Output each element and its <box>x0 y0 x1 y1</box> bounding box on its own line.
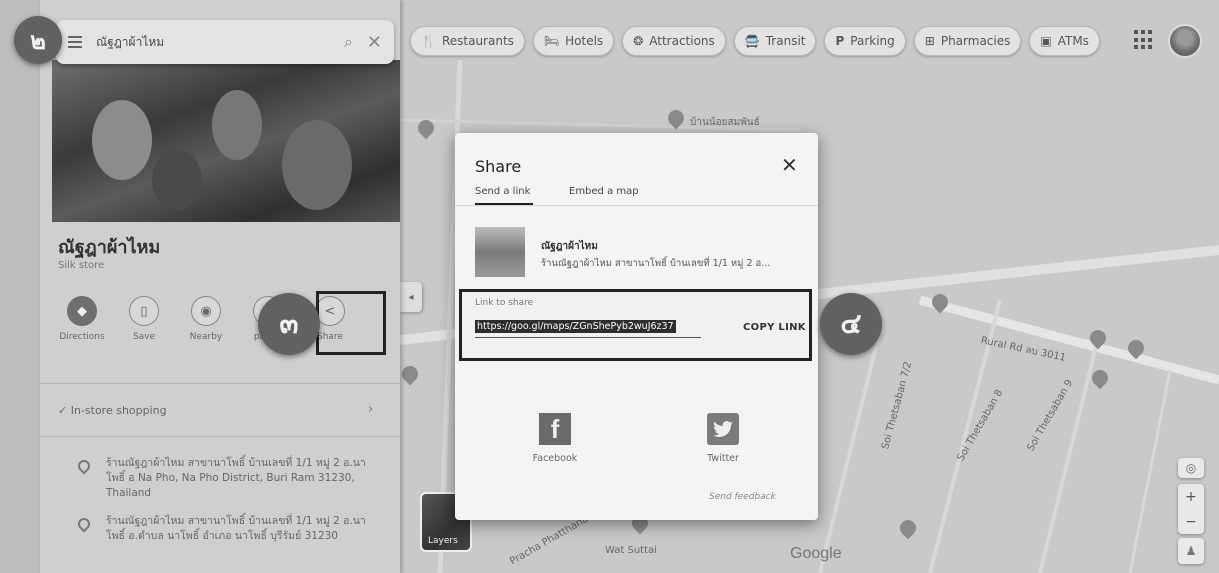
input-underline <box>475 337 701 338</box>
address-row[interactable]: ร้านณัฐฎาผ้าไหม สาขานาโพธิ์ บ้านเลขที่ 1… <box>75 514 378 544</box>
facebook-share-button[interactable]: f Facebook <box>515 413 595 464</box>
parking-icon: P <box>835 34 845 48</box>
chip-label: ATMs <box>1057 34 1089 48</box>
chip-atms[interactable]: ▣ ATMs <box>1029 26 1100 56</box>
account-avatar[interactable] <box>1168 24 1202 58</box>
directions-icon: ◆ <box>67 296 97 326</box>
apps-grid-icon[interactable] <box>1134 30 1154 50</box>
share-dialog: Share ✕ Send a link Embed a map ณัฐฎาผ้า… <box>455 133 818 520</box>
chip-hotels[interactable]: 🛏 Hotels <box>532 26 615 56</box>
map-pin-icon[interactable] <box>1124 336 1148 360</box>
share-link-input[interactable]: https://goo.gl/maps/ZGnShePyb2wuJ6z37 <box>475 320 676 333</box>
place-photo[interactable] <box>52 60 400 222</box>
chip-label: Transit <box>765 34 806 48</box>
chevron-left-icon: ◂ <box>408 291 414 303</box>
attractions-icon: ❂ <box>633 34 644 48</box>
chip-label: Restaurants <box>441 34 514 48</box>
chevron-right-icon[interactable]: › <box>368 402 373 417</box>
menu-icon[interactable] <box>68 36 82 48</box>
map-label: บ้านน้อยสมพันธ์ <box>690 117 760 128</box>
facebook-label: Facebook <box>532 453 578 464</box>
chip-label: Parking <box>850 34 895 48</box>
place-title: ณัฐฎาผ้าไหม <box>58 237 161 258</box>
map-pin-icon[interactable] <box>398 362 422 386</box>
collapse-panel-button[interactable]: ◂ <box>400 282 422 312</box>
chip-parking[interactable]: P Parking <box>824 26 906 56</box>
address-text: ร้านณัฐฎาผ้าไหม สาขานาโพธิ์ บ้านเลขที่ 1… <box>106 457 366 499</box>
address-text: ร้านณัฐฎาผ้าไหม สาขานาโพธิ์ บ้านเลขที่ 1… <box>106 515 366 542</box>
zoom-control: + − <box>1178 484 1204 534</box>
map-pin-icon[interactable] <box>928 290 952 314</box>
category-chips: 🍴 Restaurants 🛏 Hotels ❂ Attractions 🚍 Trans… <box>410 26 1100 56</box>
twitter-icon <box>707 413 739 445</box>
divider <box>40 383 400 384</box>
address-row[interactable]: ร้านณัฐฎาผ้าไหม สาขานาโพธิ์ บ้านเลขที่ 1… <box>75 456 378 501</box>
chip-attractions[interactable]: ❂ Attractions <box>622 26 726 56</box>
pegman-button[interactable]: ♟ <box>1178 538 1204 564</box>
search-box[interactable]: ณัฐฎาผ้าไหม ⌕ ✕ <box>56 20 394 64</box>
twitter-label: Twitter <box>707 453 739 464</box>
my-location-button[interactable]: ◎ <box>1178 458 1204 478</box>
divider <box>455 205 818 206</box>
nearby-icon: ◉ <box>191 296 221 326</box>
tab-send-link[interactable]: Send a link <box>475 186 530 197</box>
map-pin-icon[interactable] <box>414 116 438 140</box>
pegman-icon: ♟ <box>1185 544 1197 558</box>
location-pin-icon <box>75 457 93 475</box>
bookmark-icon: ▯ <box>129 296 159 326</box>
place-thumbnail <box>475 227 525 277</box>
chip-restaurants[interactable]: 🍴 Restaurants <box>410 26 525 56</box>
directions-button[interactable]: ◆ Directions <box>58 296 106 342</box>
map-pin-icon[interactable] <box>1088 366 1112 390</box>
zoom-in-button[interactable]: + <box>1185 489 1197 505</box>
callout-badge: ๔ <box>820 293 882 355</box>
search-input[interactable]: ณัฐฎาผ้าไหม <box>96 33 330 52</box>
dialog-title: Share <box>475 157 522 176</box>
map-pin-icon[interactable] <box>896 516 920 540</box>
instore-shopping[interactable]: ✓ In-store shopping <box>58 404 167 417</box>
chip-label: Pharmacies <box>940 34 1011 48</box>
facebook-icon: f <box>539 413 571 445</box>
google-logo: Google <box>790 545 842 562</box>
transit-icon: 🚍 <box>744 34 760 48</box>
restaurant-icon: 🍴 <box>421 34 436 48</box>
twitter-share-button[interactable]: Twitter <box>683 413 763 464</box>
zoom-out-button[interactable]: − <box>1185 514 1197 530</box>
place-category[interactable]: Silk store <box>58 260 104 271</box>
callout-badge: ๒ <box>14 16 62 64</box>
location-pin-icon <box>75 515 93 533</box>
close-icon[interactable]: ✕ <box>367 32 382 53</box>
chip-transit[interactable]: 🚍 Transit <box>733 26 817 56</box>
search-icon[interactable]: ⌕ <box>344 32 353 52</box>
divider <box>40 436 400 437</box>
chip-pharmacies[interactable]: ⊞ Pharmacies <box>913 26 1022 56</box>
layers-label: Layers <box>428 536 458 546</box>
map-label: Wat Suttai <box>605 545 657 556</box>
save-button[interactable]: ▯ Save <box>120 296 168 342</box>
action-label: Directions <box>59 332 105 342</box>
dialog-place-address: ร้านณัฐฎาผ้าไหม สาขานาโพธิ์ บ้านเลขที่ 1… <box>541 258 771 269</box>
pharmacy-icon: ⊞ <box>924 34 935 48</box>
map-pin-icon[interactable] <box>664 106 688 130</box>
nearby-button[interactable]: ◉ Nearby <box>182 296 230 342</box>
tab-embed-map[interactable]: Embed a map <box>569 186 639 197</box>
action-label: Nearby <box>189 332 223 342</box>
close-icon[interactable]: ✕ <box>781 153 798 177</box>
hotel-icon: 🛏 <box>543 34 560 48</box>
copy-link-button[interactable]: COPY LINK <box>743 322 806 333</box>
location-icon: ◎ <box>1185 461 1197 475</box>
chip-label: Attractions <box>649 34 715 48</box>
map-pin-icon[interactable] <box>1086 326 1110 350</box>
action-label: Save <box>132 332 156 342</box>
atm-icon: ▣ <box>1040 34 1052 48</box>
dialog-place-name: ณัฐฎาผ้าไหม <box>541 241 598 252</box>
callout-badge: ๓ <box>258 293 320 355</box>
chip-label: Hotels <box>565 34 604 48</box>
link-label: Link to share <box>475 298 534 308</box>
send-feedback-link[interactable]: Send feedback <box>709 492 776 502</box>
share-highlight-box <box>316 291 386 355</box>
